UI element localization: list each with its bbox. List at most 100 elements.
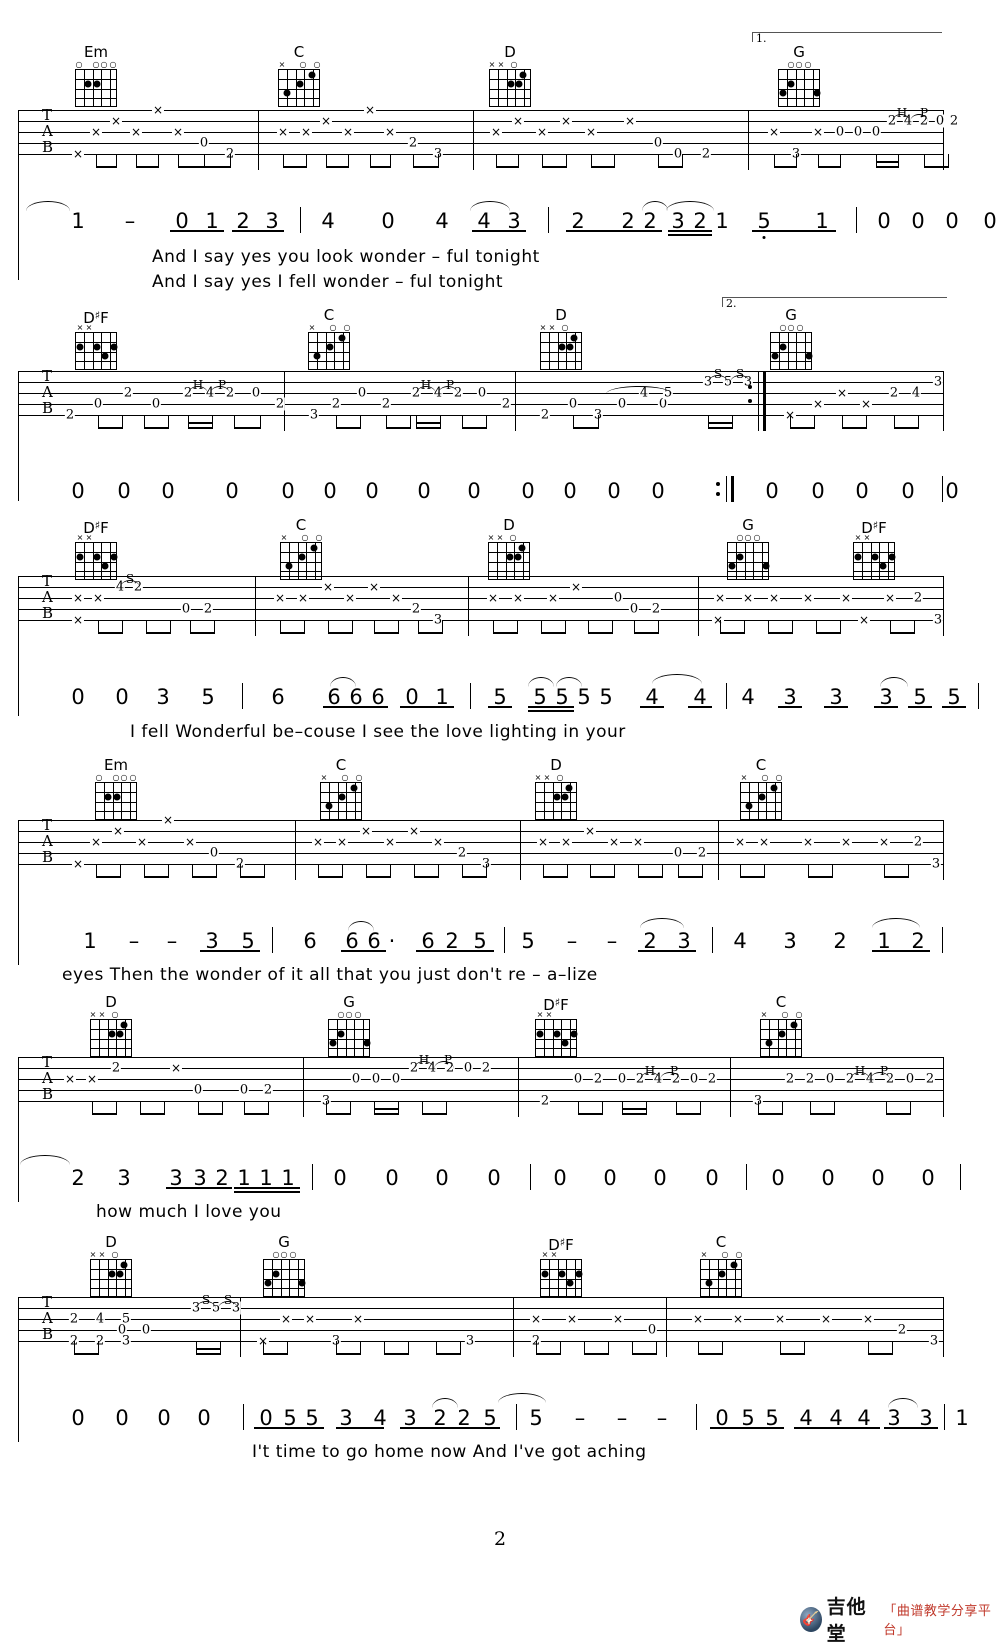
jianpu-note: 0 [983, 209, 997, 233]
jianpu-note: 0 [417, 479, 431, 503]
open-string-markers: ○ ○ ○ ○ [75, 60, 117, 69]
jianpu-note: 4 [799, 1406, 813, 1430]
jianpu-note: 0 [175, 209, 189, 233]
open-string-markers: × ○ ○ [280, 533, 323, 542]
tab-sheet-page: 1. Em ○ ○ ○ ○ C × ○ ○ D × × ○ G ○ ○ ○ T … [0, 0, 1000, 1645]
chord-diagram-em: Em ○ ○ ○ ○ [90, 758, 142, 820]
jianpu-note: 5 [483, 1406, 497, 1430]
jianpu-note: 0 [603, 1166, 617, 1190]
jianpu-note: 1 [83, 929, 97, 953]
open-string-markers: × × ○ [487, 533, 517, 542]
chord-diagram-d: D × × ○ [530, 758, 582, 820]
fretboard-grid [535, 1019, 578, 1057]
fretboard-grid [540, 1259, 583, 1297]
jianpu-note: 2 [71, 1166, 85, 1190]
jianpu-note: 2 [621, 209, 635, 233]
open-string-markers: × × [541, 1250, 558, 1259]
fretboard-grid [535, 782, 577, 820]
jianpu-note: 0 [435, 1166, 449, 1190]
tab-staff-3: TAB × × 4 2 × 0 2 S × × × × × × 2 3 × × … [18, 572, 945, 636]
fretboard-grid [308, 332, 350, 370]
tab-clef-letters: TAB [42, 367, 54, 417]
jianpu-note: 0 [877, 209, 891, 233]
jianpu-note: 0 [71, 1406, 85, 1430]
jianpu-note: 5 [555, 685, 569, 709]
jianpu-note: – [656, 1406, 668, 1430]
jianpu-note: 3 [671, 209, 685, 233]
jianpu-note: 0 [871, 1166, 885, 1190]
fretboard-grid [760, 1019, 802, 1057]
jianpu-note: 5 [533, 685, 547, 709]
jianpu-note: 5 [947, 685, 961, 709]
jianpu-note: 2 [693, 209, 707, 233]
jianpu-note: 0 [811, 479, 825, 503]
jianpu-note: 3 [919, 1406, 933, 1430]
jianpu-note: – [128, 929, 140, 953]
jianpu-note: 0 [651, 479, 665, 503]
jianpu-note: 0 [607, 479, 621, 503]
jianpu-note: 3 [887, 1406, 901, 1430]
chord-name: Em [103, 756, 129, 774]
jianpu-note: 5 [241, 929, 255, 953]
chord-name: D [555, 306, 567, 324]
fretboard-grid [90, 1259, 132, 1297]
tab-clef-letters: TAB [42, 572, 54, 622]
jianpu-note: 4 [733, 929, 747, 953]
jianpu-note: 5 [493, 685, 507, 709]
jianpu-note: – [616, 1406, 628, 1430]
chord-diagram-em: Em ○ ○ ○ ○ [70, 45, 122, 107]
chord-name: G [343, 993, 355, 1011]
chord-name: D [105, 1233, 117, 1251]
jianpu-note: 1 [815, 209, 829, 233]
jianpu-note: 4 [477, 209, 491, 233]
chord-diagram-c: C × ○ ○ [695, 1235, 747, 1297]
volta-leg [752, 33, 754, 42]
chord-diagram-d: D × × ○ [483, 518, 535, 580]
tab-clef-letters: TAB [42, 816, 54, 866]
jianpu-note: 5 [521, 929, 535, 953]
chord-name: G [742, 516, 754, 534]
jianpu-note: 2 [433, 1406, 447, 1430]
jianpu-note: 3 [169, 1166, 183, 1190]
guitar-glyph: 🎸 [802, 1611, 820, 1627]
jianpu-note: 5 [283, 1406, 297, 1430]
open-string-markers: × × ○ [89, 1250, 119, 1259]
jianpu-note: 4 [645, 685, 659, 709]
jianpu-note: 0 [771, 1166, 785, 1190]
jianpu-note: 5 [913, 685, 927, 709]
jianpu-note: 0 [765, 479, 779, 503]
jianpu-note: 1 [955, 1406, 969, 1430]
jianpu-note: 0 [521, 479, 535, 503]
jianpu-note: 1 [435, 685, 449, 709]
jianpu-note: 4 [829, 1406, 843, 1430]
jianpu-note: 0 [381, 209, 395, 233]
jianpu-note: 0 [715, 1406, 729, 1430]
jianpu-note: 4 [321, 209, 335, 233]
jianpu-note: 1 [71, 209, 85, 233]
jianpu-note: 5 [201, 685, 215, 709]
system-2: D♯F × × C × ○ ○ D × × ○ G ○ ○ ○ T A B 2 … [0, 308, 1000, 508]
chord-diagram-c: C × ○ ○ [315, 758, 367, 820]
jianpu-note: 2 [833, 929, 847, 953]
jianpu-note: 0 [385, 1166, 399, 1190]
octave-dot-low [762, 236, 766, 239]
jianpu-note: 1 [281, 1166, 295, 1190]
chord-diagram-d-f-sharp: D♯F × × [535, 1235, 587, 1297]
fretboard-grid [95, 782, 137, 820]
open-string-markers: × × [854, 533, 871, 542]
chord-diagram-g: G ○ ○ ○ [258, 1235, 310, 1297]
jianpu-note: 6 [345, 929, 359, 953]
jianpu-note: 3 [829, 685, 843, 709]
jianpu-row-3: 0 0 3 5 6 6 6 6 0 1 5 5 5 5 5 4 4 4 3 3 … [0, 674, 1000, 716]
jianpu-note: · [388, 929, 396, 953]
jianpu-note: 3 [507, 209, 521, 233]
jianpu-note: 4 [435, 209, 449, 233]
lyrics-line-3: I fell Wonderful be–couse I see the love… [130, 722, 626, 742]
jianpu-note: 3 [677, 929, 691, 953]
fretboard-grid [263, 1259, 306, 1297]
guitar-globe-icon: 🎸 [800, 1606, 822, 1632]
chord-diagram-g: G ○ ○ ○ [773, 45, 825, 107]
jianpu-note: 0 [487, 1166, 501, 1190]
jianpu-note: 3 [156, 685, 170, 709]
jianpu-note: 3 [117, 1166, 131, 1190]
